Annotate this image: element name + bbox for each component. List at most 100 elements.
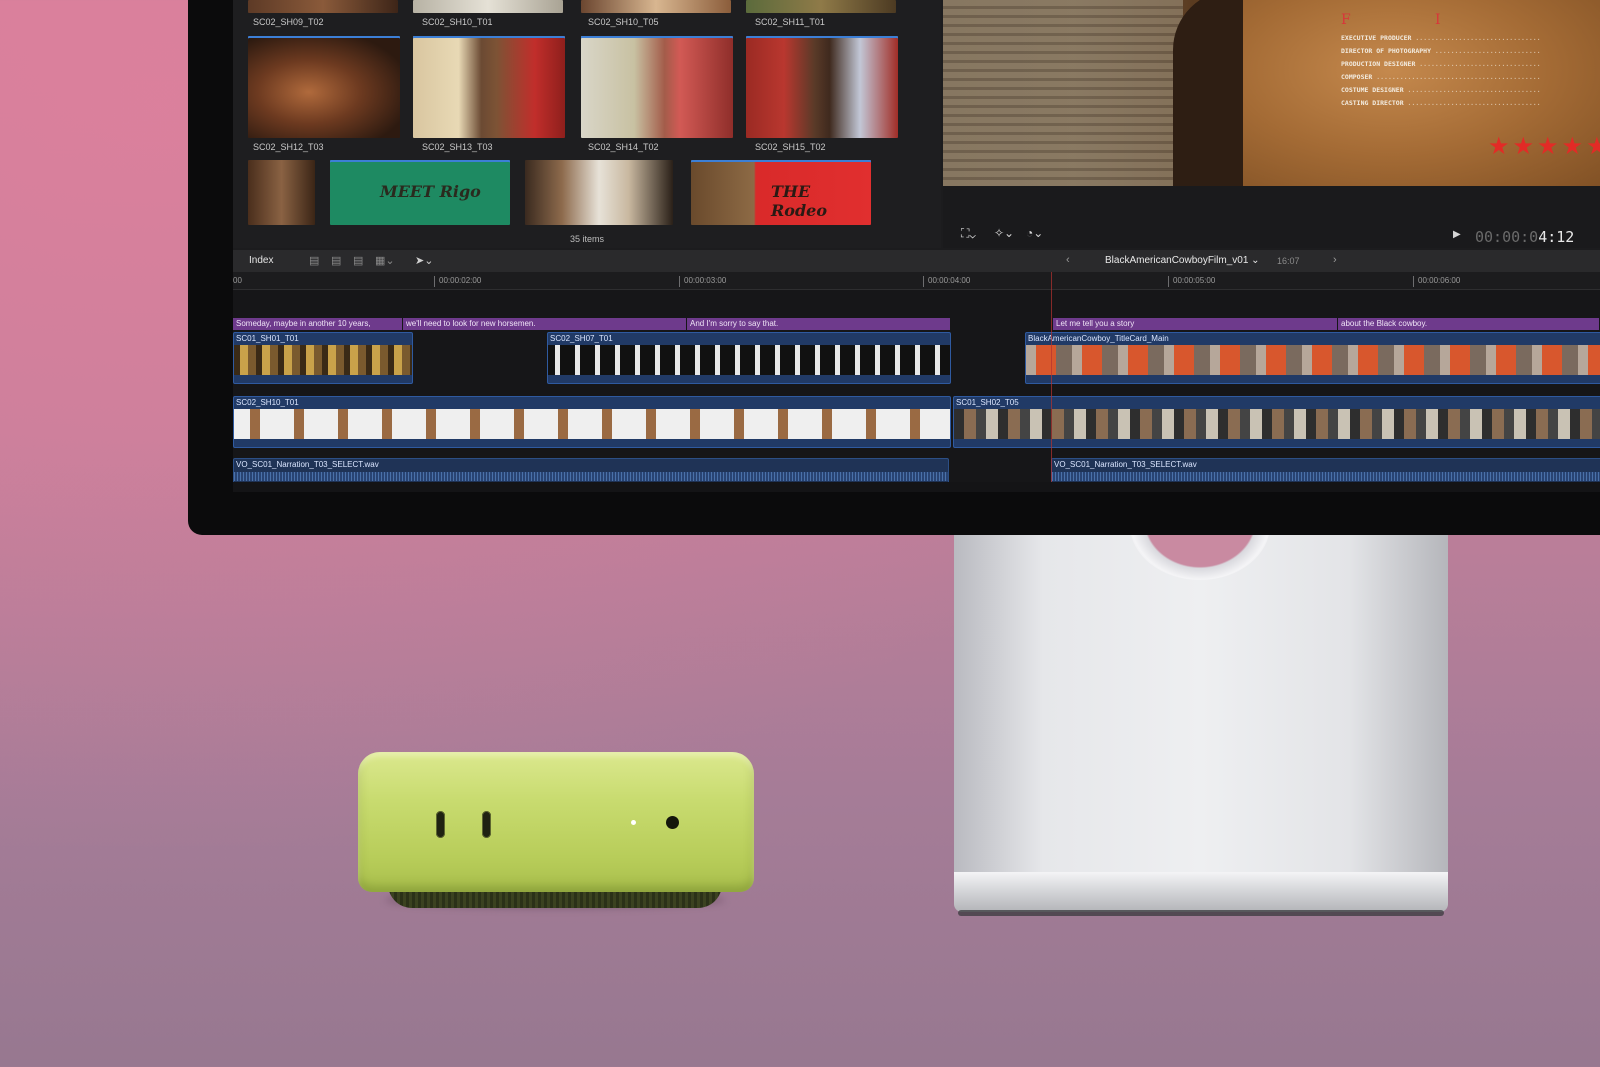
connect-clip-icon[interactable]: ▤	[309, 254, 319, 267]
credit-line: COSTUME DESIGNER	[1341, 86, 1541, 99]
timeline-ruler[interactable]: 00 00:00:02:00 00:00:03:00 00:00:04:00 0…	[233, 272, 1600, 290]
clip-name: BlackAmericanCowboy_TitleCard_Main	[1028, 334, 1169, 343]
credit-line: PRODUCTION DESIGNER	[1341, 60, 1541, 73]
clip-label: SC02_SH12_T03	[253, 142, 324, 152]
clip-name: SC02_SH07_T01	[550, 334, 613, 343]
audio-waveform	[1052, 472, 1600, 481]
clip-thumbnail-saddles[interactable]	[248, 36, 400, 138]
title-card-text: THE Rodeo	[771, 182, 828, 220]
clip-label: SC02_SH13_T03	[422, 142, 493, 152]
timecode-lit: 4:12	[1538, 228, 1575, 246]
clip-thumbnail[interactable]	[746, 0, 896, 13]
ruler-tick: 00:00:04:00	[928, 276, 971, 285]
power-led	[631, 820, 636, 825]
audio-clip[interactable]: VO_SC01_Narration_T03_SELECT.wav	[1051, 458, 1600, 484]
clip-thumbnail[interactable]	[581, 0, 731, 13]
ruler-tick-line	[923, 276, 924, 287]
title-card-the-rodeo[interactable]: THE Rodeo	[691, 160, 871, 225]
connected-clip[interactable]: SC02_SH07_T01	[547, 332, 951, 384]
clip-thumbnail-cowboy[interactable]	[413, 36, 565, 138]
chevron-left-icon[interactable]: ‹	[1066, 254, 1070, 266]
timeline-header: Index ▤ ▤ ▤ ▦⌄ ➤⌄ ‹ BlackAmericanCowboyF…	[233, 250, 1600, 272]
clip-name: SC01_SH02_T05	[956, 398, 1019, 407]
connected-clip[interactable]: BlackAmericanCowboy_TitleCard_Main	[1025, 332, 1600, 384]
viewer-barn-wall	[943, 0, 1183, 186]
project-name-text: BlackAmericanCowboyFilm_v01	[1105, 255, 1249, 266]
insert-clip-icon[interactable]: ▤	[331, 254, 341, 267]
usb-c-port	[436, 811, 445, 838]
clip-label: SC02_SH11_T01	[755, 17, 825, 27]
clip-label: SC02_SH09_T02	[253, 17, 324, 27]
title-card-meet-rigo[interactable]: MEET Rigo	[330, 160, 510, 225]
ruler-tick: 00:00:03:00	[684, 276, 727, 285]
append-clip-icon[interactable]: ▤	[353, 254, 363, 267]
clip-thumbnail[interactable]	[413, 0, 563, 13]
clip-name: SC02_SH10_T01	[236, 398, 299, 407]
caption-clip[interactable]: Someday, maybe in another 10 years,	[233, 318, 403, 330]
media-browser: SC02_SH09_T02 SC02_SH10_T01 SC02_SH10_T0…	[233, 0, 941, 248]
connected-clip[interactable]: SC01_SH01_T01	[233, 332, 413, 384]
clip-name: VO_SC01_Narration_T03_SELECT.wav	[1054, 460, 1197, 469]
ruler-tick: 00:00:02:00	[439, 276, 482, 285]
clip-label: SC02_SH10_T05	[588, 17, 659, 27]
select-tool-icon[interactable]: ➤⌄	[415, 254, 433, 267]
caption-clip[interactable]: about the Black cowboy.	[1338, 318, 1600, 330]
viewer: F I EXECUTIVE PRODUCER DIRECTOR OF PHOTO…	[943, 0, 1600, 186]
items-count: 35 items	[569, 234, 604, 244]
clip-label: SC02_SH10_T01	[422, 17, 493, 27]
clip-name: SC01_SH01_T01	[236, 334, 299, 343]
caption-clip[interactable]: we'll need to look for new horsemen.	[403, 318, 687, 330]
audio-waveform	[234, 472, 948, 481]
project-duration: 16:07	[1277, 256, 1300, 266]
chevron-right-icon[interactable]: ›	[1333, 254, 1337, 266]
ruler-tick-line	[679, 276, 680, 287]
ruler-tick-line	[434, 276, 435, 287]
clip-thumbnail-rope[interactable]	[248, 160, 315, 225]
ruler-tick-line	[1413, 276, 1414, 287]
credit-line: CASTING DIRECTOR	[1341, 99, 1541, 112]
playhead[interactable]	[1051, 272, 1052, 482]
clip-thumbnail-rancher[interactable]	[581, 36, 733, 138]
credit-line: DIRECTOR OF PHOTOGRAPHY	[1341, 47, 1541, 60]
project-name[interactable]: BlackAmericanCowboyFilm_v01 ⌄	[1105, 255, 1260, 266]
caption-clip[interactable]: And I'm sorry to say that.	[687, 318, 951, 330]
ruler-tick: 00	[233, 276, 242, 285]
timecode-display: 00:00:04:12	[1475, 228, 1574, 246]
clip-filmstrip	[234, 345, 412, 375]
timeline-footer	[233, 482, 1600, 492]
credit-line: COMPOSER	[1341, 73, 1541, 86]
ruler-tick: 00:00:06:00	[1418, 276, 1461, 285]
stand-foot-shadow	[958, 910, 1444, 916]
rating-stars: ★★★★★	[1488, 133, 1600, 160]
caption-clip[interactable]: Let me tell you a story	[1053, 318, 1338, 330]
title-card-text: MEET Rigo	[380, 182, 481, 201]
stand-foot	[954, 872, 1448, 912]
index-button[interactable]: Index	[249, 255, 273, 266]
ruler-tick-line	[1168, 276, 1169, 287]
clip-filmstrip	[1026, 345, 1600, 375]
film-credits: EXECUTIVE PRODUCER DIRECTOR OF PHOTOGRAP…	[1341, 34, 1541, 112]
title-letter: I	[1435, 12, 1441, 28]
usb-c-port	[482, 811, 491, 838]
credit-line: EXECUTIVE PRODUCER	[1341, 34, 1541, 47]
clip-thumbnail[interactable]	[248, 0, 398, 13]
primary-clip[interactable]: SC02_SH10_T01	[233, 396, 951, 448]
transform-icon[interactable]: ⛶⌄	[961, 226, 976, 241]
headphone-jack	[666, 816, 679, 829]
clip-label: SC02_SH15_T02	[755, 142, 826, 152]
clip-thumbnail-horses[interactable]	[525, 160, 673, 225]
play-icon[interactable]: ▶	[1453, 229, 1461, 240]
retime-icon[interactable]: ◔⌄	[1026, 226, 1043, 240]
clip-thumbnail-boy[interactable]	[746, 36, 898, 138]
final-cut-pro-window: SC02_SH09_T02 SC02_SH10_T01 SC02_SH10_T0…	[233, 0, 1600, 492]
clip-label: SC02_SH14_T02	[588, 142, 659, 152]
clip-filmstrip	[548, 345, 950, 375]
ruler-tick: 00:00:05:00	[1173, 276, 1216, 285]
clip-name: VO_SC01_Narration_T03_SELECT.wav	[236, 460, 379, 469]
audio-clip[interactable]: VO_SC01_Narration_T03_SELECT.wav	[233, 458, 949, 484]
clip-filmstrip	[234, 409, 950, 439]
mac-mini	[358, 752, 754, 892]
overwrite-clip-icon[interactable]: ▦⌄	[375, 254, 395, 267]
viewer-toolbar: ⛶⌄ ✧⌄ ◔⌄ ▶ 00:00:04:12	[943, 186, 1600, 248]
enhance-wand-icon[interactable]: ✧⌄	[994, 226, 1014, 240]
